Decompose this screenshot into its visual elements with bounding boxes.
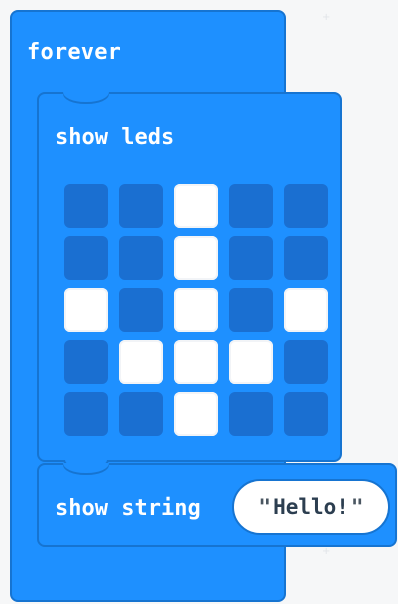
show-string-connector-notch	[63, 463, 109, 473]
led-cell[interactable]	[119, 236, 163, 280]
led-cell[interactable]	[119, 340, 163, 384]
string-value-input[interactable]: " Hello! "	[232, 479, 390, 535]
led-cell[interactable]	[284, 288, 328, 332]
led-cell[interactable]	[64, 288, 108, 332]
led-cell[interactable]	[64, 184, 108, 228]
workspace-grid-mark: +	[322, 12, 331, 23]
led-cell[interactable]	[64, 340, 108, 384]
blocks-workspace[interactable]: + + forever show leds show string " Hell…	[0, 0, 398, 604]
led-cell[interactable]	[284, 392, 328, 436]
led-cell[interactable]	[229, 288, 273, 332]
show-leds-block[interactable]: show leds	[37, 92, 342, 470]
led-cell[interactable]	[64, 236, 108, 280]
led-cell[interactable]	[119, 392, 163, 436]
led-cell[interactable]	[174, 340, 218, 384]
forever-block-label: forever	[27, 40, 122, 65]
led-cell[interactable]	[119, 288, 163, 332]
led-cell[interactable]	[229, 236, 273, 280]
show-leds-connector-notch	[63, 92, 109, 102]
show-string-block-label: show string	[55, 496, 201, 521]
led-cell[interactable]	[284, 340, 328, 384]
string-value-text: Hello!	[273, 495, 349, 519]
led-cell[interactable]	[64, 392, 108, 436]
led-cell[interactable]	[174, 392, 218, 436]
show-leds-block-label: show leds	[55, 125, 175, 150]
open-quote: "	[258, 495, 272, 519]
led-cell[interactable]	[174, 236, 218, 280]
led-cell[interactable]	[229, 340, 273, 384]
led-cell[interactable]	[284, 236, 328, 280]
led-cell[interactable]	[229, 392, 273, 436]
led-cell[interactable]	[119, 184, 163, 228]
led-cell[interactable]	[174, 184, 218, 228]
led-cell[interactable]	[229, 184, 273, 228]
workspace-grid-mark: +	[322, 546, 331, 557]
show-string-block[interactable]: show string " Hello! "	[37, 463, 397, 547]
led-cell[interactable]	[174, 288, 218, 332]
close-quote: "	[350, 495, 364, 519]
led-matrix[interactable]	[64, 184, 328, 436]
led-cell[interactable]	[284, 184, 328, 228]
